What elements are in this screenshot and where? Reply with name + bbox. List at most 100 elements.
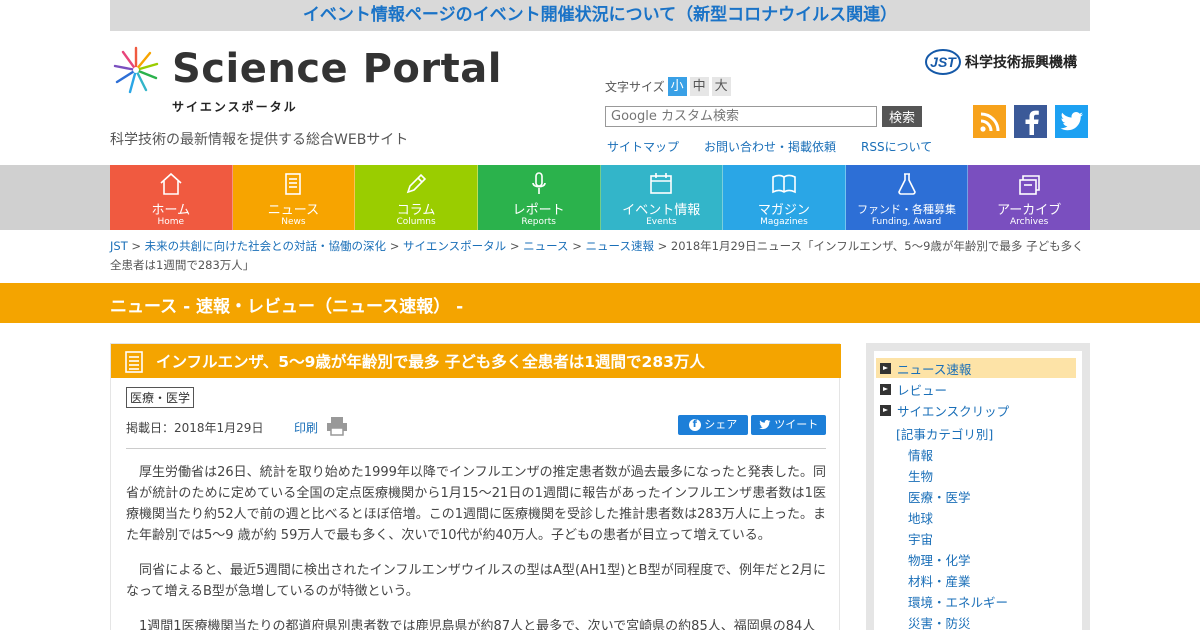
article: インフルエンザ、5～9歳が年齢別で最多 子ども多く全患者は1週間で283万人 医… [110, 343, 841, 630]
facebook-share-button[interactable]: f シェア [678, 415, 748, 435]
nav-columns-sublabel: Columns [396, 217, 436, 227]
breadcrumb-dialogue[interactable]: 未来の共創に向けた社会との対話・協働の深化 [145, 239, 386, 253]
search-input[interactable] [605, 106, 877, 127]
article-paragraph: 厚生労働省は26日、統計を取り始めた1999年以降でインフルエンザの推定患者数が… [126, 465, 826, 543]
home-icon [160, 172, 182, 195]
page: イベント情報ページのイベント開催状況について（新型コロナウイルス関連） Scie… [0, 0, 1200, 630]
sidebar-category-link[interactable]: 災害・防災 [908, 613, 971, 630]
sidebar-item-label: サイエンスクリップ [897, 403, 1010, 419]
nav-item-news[interactable]: ニュース News [232, 165, 356, 230]
open-book-icon [772, 174, 796, 194]
sidebar-category-link[interactable]: 環境・エネルギー [908, 592, 1008, 611]
sidebar-item-label: ニュース速報 [897, 361, 972, 377]
archive-icon [1019, 175, 1040, 195]
covid-notice-banner[interactable]: イベント情報ページのイベント開催状況について（新型コロナウイルス関連） [110, 0, 1090, 31]
print-link[interactable]: 印刷 [294, 419, 318, 436]
nav-magazines-label: マガジン [757, 203, 810, 218]
sidebar-category-link[interactable]: 物理・化学 [908, 550, 971, 569]
article-date: 掲載日：2018年1月29日 [126, 421, 264, 435]
sitemap-link[interactable]: サイトマップ [607, 138, 679, 155]
site-logo[interactable]: Science Portal サイエンスポータル [110, 42, 501, 114]
facebook-share-icon: f [688, 419, 701, 431]
sidebar-category-link[interactable]: 地球 [908, 508, 933, 527]
logo-title: Science Portal [172, 46, 502, 92]
article-paragraph: 1週間1医療機関当たりの都道府県別患者数では鹿児島県が約87人と最多で、次いで宮… [139, 619, 816, 630]
sidebar-category-link[interactable]: 材料・産業 [908, 571, 971, 590]
arrow-right-icon [880, 383, 891, 395]
sidebar-category-link[interactable]: 生物 [908, 466, 933, 485]
twitter-icon [1060, 111, 1083, 130]
breadcrumb: JST > 未来の共創に向けた社会との対話・協働の深化 > サイエンスポータル … [110, 239, 1084, 272]
nav-item-reports[interactable]: レポート Reports [477, 165, 601, 230]
contact-link[interactable]: お問い合わせ・掲載依頼 [704, 138, 836, 155]
jst-mark-icon: JST [925, 49, 961, 75]
sidebar-item-news-flash[interactable]: ニュース速報 [876, 358, 1076, 378]
twitter-share-button[interactable]: ツイート [751, 415, 826, 435]
nav-item-home[interactable]: ホーム Home [110, 165, 233, 230]
news-icon [285, 173, 302, 195]
nav-item-columns[interactable]: コラム Columns [355, 165, 478, 230]
nav-funding-sublabel: Funding, Award [871, 217, 942, 227]
sidebar-item-review[interactable]: レビュー [876, 379, 1076, 399]
rss-button[interactable] [973, 105, 1006, 138]
printer-icon[interactable] [326, 416, 348, 436]
nav-magazines-sublabel: Magazines [760, 217, 808, 227]
twitter-share-icon [759, 420, 771, 430]
sidebar-category-link[interactable]: 宇宙 [908, 529, 933, 548]
nav-item-events[interactable]: イベント情報 Events [600, 165, 724, 230]
sidebar: ニュース速報 レビュー サイエンスクリップ [記事カテゴリ別] 情報 生物 医療… [866, 343, 1090, 630]
sidebar-category-heading: [記事カテゴリ別] [896, 427, 994, 442]
article-tag[interactable]: 医療・医学 [126, 387, 195, 408]
nav-item-magazines[interactable]: マガジン Magazines [723, 165, 846, 230]
nav-archives-label: アーカイブ [997, 203, 1062, 218]
nav-home-sublabel: Home [157, 217, 185, 227]
font-size-label: 文字サイズ [605, 80, 665, 94]
sidebar-item-label: レビュー [897, 382, 948, 398]
nav-item-archives[interactable]: アーカイブ Archives [968, 165, 1090, 230]
facebook-icon [1025, 110, 1039, 135]
sidebar-category-link[interactable]: 医療・医学 [908, 487, 971, 506]
calendar-icon [650, 173, 673, 194]
breadcrumb-jst[interactable]: JST [110, 239, 128, 253]
arrow-right-icon [880, 362, 891, 374]
category-title: ニュース - 速報・レビュー（ニュース速報） - [110, 297, 464, 317]
flask-icon [897, 173, 916, 195]
twitter-button[interactable] [1055, 105, 1088, 138]
font-size-large-button[interactable]: 大 [711, 77, 731, 96]
document-icon [125, 351, 143, 373]
sidebar-menu: ニュース速報 レビュー サイエンスクリップ [記事カテゴリ別] 情報 生物 医療… [874, 351, 1082, 630]
breadcrumb-news[interactable]: ニュース [523, 239, 568, 253]
nav-news-label: ニュース [267, 203, 320, 218]
jst-mark-text: JST [930, 54, 957, 70]
site-search: 検索 [605, 106, 922, 127]
nav-news-sublabel: News [281, 217, 306, 227]
nav-home-label: ホーム [151, 203, 191, 218]
site-tagline: 科学技術の最新情報を提供する総合WEBサイト [110, 132, 409, 148]
article-title: インフルエンザ、5～9歳が年齢別で最多 子ども多く全患者は1週間で283万人 [156, 353, 705, 371]
facebook-button[interactable] [1014, 105, 1047, 138]
nav-funding-label: ファンド・各種募集 [857, 203, 957, 216]
logo-burst-icon [113, 46, 159, 94]
pencil-icon [406, 173, 427, 194]
article-paragraph: 同省によると、最近5週間に検出されたインフルエンザウイルスの型はA型(AH1型)… [126, 563, 826, 599]
font-size-small-button[interactable]: 小 [667, 77, 687, 96]
article-divider [126, 448, 826, 449]
sidebar-category-link[interactable]: 情報 [908, 445, 933, 464]
covid-notice-link[interactable]: イベント情報ページのイベント開催状況について（新型コロナウイルス関連） [303, 5, 897, 25]
breadcrumb-news-flash[interactable]: ニュース速報 [586, 239, 654, 253]
rss-info-link[interactable]: RSSについて [861, 138, 932, 155]
article-header: インフルエンザ、5～9歳が年齢別で最多 子ども多く全患者は1週間で283万人 [111, 344, 841, 378]
breadcrumb-science-portal[interactable]: サイエンスポータル [403, 239, 506, 253]
nav-reports-label: レポート [512, 203, 565, 218]
sidebar-item-science-clip[interactable]: サイエンスクリップ [876, 400, 1076, 420]
nav-item-funding[interactable]: ファンド・各種募集 Funding, Award [845, 165, 969, 230]
rss-icon [979, 112, 999, 132]
category-band: ニュース - 速報・レビュー（ニュース速報） - [0, 283, 1200, 323]
search-button[interactable]: 検索 [882, 106, 922, 127]
jst-logo[interactable]: JST 科学技術振興機構 [925, 48, 1077, 76]
nav-events-label: イベント情報 [622, 203, 701, 218]
font-size-medium-button[interactable]: 中 [689, 77, 709, 96]
arrow-right-icon [880, 404, 891, 416]
main-nav: ホーム Home ニュース News コラム Columns レポート Repo… [110, 165, 1090, 230]
nav-archives-sublabel: Archives [1010, 217, 1049, 227]
